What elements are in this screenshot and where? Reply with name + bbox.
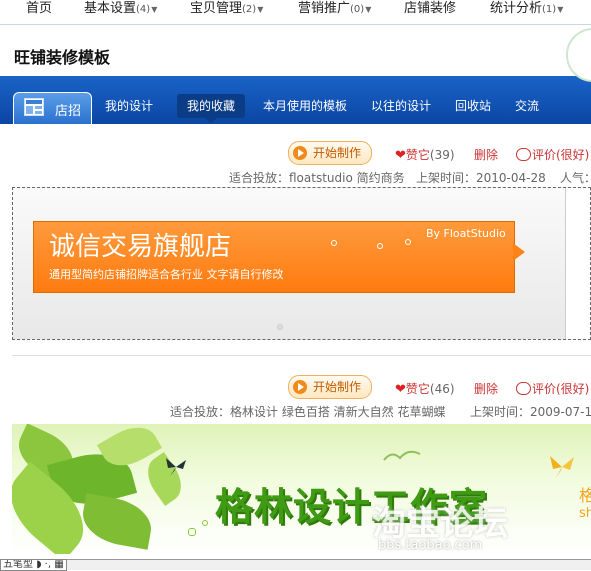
bird-icon (383, 450, 421, 461)
menu-item-count: (2) (242, 4, 257, 15)
start-making-button[interactable]: 开始制作 (288, 141, 373, 165)
banner-arrow (513, 243, 525, 261)
menu-item-label: 店铺装修 (404, 1, 457, 16)
like-count: (39) (429, 148, 455, 162)
nav-item-this-month-templates[interactable]: 本月使用的模板 (263, 97, 347, 114)
butterfly-icon (166, 458, 186, 476)
menu-item-label: 统计分析 (490, 1, 543, 16)
start-making-label: 开始制作 (313, 146, 362, 160)
layout-icon (24, 98, 44, 116)
speech-bubble-icon (516, 148, 531, 161)
moon-icon: ◗ (36, 559, 42, 570)
menu-item-label: 基本设置 (84, 1, 137, 16)
play-icon (293, 380, 307, 394)
menu-item-count: (4) (136, 4, 151, 15)
banner-title: 诚信交易旗舰店 (49, 232, 232, 262)
nav-active-pointer (205, 118, 217, 123)
play-icon (293, 146, 307, 160)
banner-side-text: 格 (579, 486, 591, 505)
banner-side-text: sh (579, 506, 591, 521)
start-making-label: 开始制作 (313, 380, 362, 394)
template-tags: 适合投放：floatstudio 简约商务 (229, 171, 405, 185)
decor-ring (566, 28, 591, 82)
taskbar (0, 559, 591, 570)
template-popularity: 人气： (560, 171, 591, 185)
menu-item-shop-decoration[interactable]: 店铺装修 (404, 0, 456, 16)
template-tags: 适合投放：格林设计 绿色百搭 清新大自然 花草蝴蝶 (170, 405, 446, 419)
like-label: 赞它 (405, 382, 430, 396)
menu-item-label: 营销推广 (298, 1, 351, 16)
menu-item-count: (0) (350, 4, 365, 15)
ime-status-bar[interactable]: 五笔型 ◗ ·, ▦ (0, 559, 67, 571)
delete-link[interactable]: 删除 (474, 146, 498, 163)
ime-mode-label: 五笔型 (3, 559, 33, 570)
evaluate-link[interactable]: 评价(很好) (516, 146, 589, 163)
top-menu-bar: 首页 基本设置(4)▼ 宝贝管理(2)▼ 营销推广(0)▼ 店铺装修 统计分析(… (0, 0, 591, 25)
decor-dot (188, 528, 196, 536)
page-title: 旺铺装修模板 (14, 48, 111, 67)
nav-item-my-designs[interactable]: 我的设计 (105, 97, 153, 114)
menu-item-label: 宝贝管理 (190, 1, 243, 16)
watermark-url: bbs.taobao.com (378, 538, 483, 553)
nav-item-my-favorites[interactable]: 我的收藏 (187, 97, 235, 114)
like-button[interactable]: ❤赞它(39) (395, 146, 455, 163)
nav-home-label: 店招 (55, 104, 82, 119)
menu-item-count: (1) (542, 4, 557, 15)
nav-item-past-designs[interactable]: 以往的设计 (371, 97, 431, 114)
keyboard-icon: ▦ (54, 559, 64, 570)
menu-item-product-management[interactable]: 宝贝管理(2)▼ (190, 0, 263, 16)
template-preview-banner[interactable]: 诚信交易旗舰店 通用型简约店铺招牌适合各行业 文字请自行修改 By FloatS… (12, 187, 591, 340)
nav-item-recycle-bin[interactable]: 回收站 (455, 97, 491, 114)
like-label: 赞它 (405, 148, 430, 162)
decor-dot (277, 324, 283, 330)
punctuation-icon: ·, (44, 559, 52, 570)
decor-dot (377, 243, 383, 249)
template-date: 上架时间：2009-07-10 (470, 405, 591, 419)
divider (12, 355, 591, 356)
menu-item-basic-settings[interactable]: 基本设置(4)▼ (84, 0, 157, 16)
banner-subtitle: 通用型简约店铺招牌适合各行业 文字请自行修改 (49, 268, 284, 281)
decor-dot (202, 520, 208, 526)
menu-item-statistics[interactable]: 统计分析(1)▼ (490, 0, 563, 16)
evaluate-link[interactable]: 评价(很好) (516, 380, 589, 397)
chevron-down-icon: ▼ (557, 5, 564, 14)
evaluate-label: 评价(很好) (532, 382, 590, 396)
leaf-decor (78, 493, 156, 550)
like-button[interactable]: ❤赞它(46) (395, 380, 455, 397)
chevron-down-icon: ▼ (365, 5, 372, 14)
start-making-button[interactable]: 开始制作 (288, 375, 373, 399)
heart-icon: ❤ (395, 382, 406, 397)
menu-item-home[interactable]: 首页 (26, 0, 52, 16)
chevron-down-icon: ▼ (257, 5, 264, 14)
template-date: 上架时间：2010-04-28 (416, 171, 546, 185)
menu-item-label: 首页 (26, 1, 53, 16)
menu-item-marketing[interactable]: 营销推广(0)▼ (298, 0, 371, 16)
nav-item-community[interactable]: 交流 (515, 97, 539, 114)
speech-bubble-icon (516, 382, 531, 395)
heart-icon: ❤ (395, 148, 406, 163)
decor-dot (331, 240, 337, 246)
butterfly-icon (550, 456, 574, 478)
decor-dot (405, 239, 411, 245)
evaluate-label: 评价(很好) (532, 148, 590, 162)
like-count: (46) (429, 382, 455, 396)
banner-side-panel (565, 188, 590, 339)
delete-link[interactable]: 删除 (474, 380, 498, 397)
chevron-down-icon: ▼ (151, 5, 158, 14)
banner-credit: By FloatStudio (426, 227, 506, 240)
